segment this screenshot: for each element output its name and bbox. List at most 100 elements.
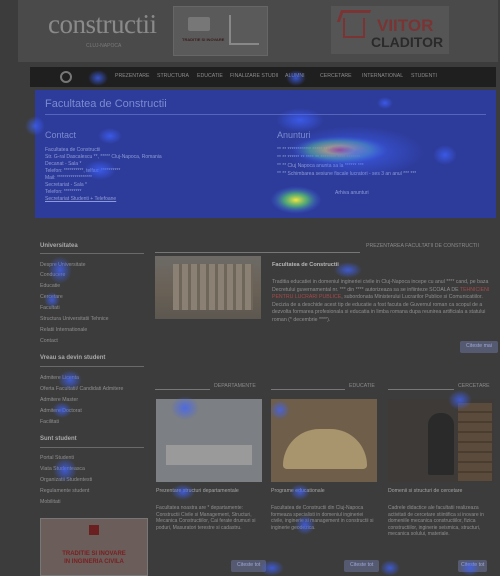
departamente-section-label: DEPARTAMENTE xyxy=(214,383,256,389)
research-photo[interactable] xyxy=(388,399,494,482)
partner-banner[interactable]: TRADITIE SI INOVARE xyxy=(173,6,268,56)
sidebar-item[interactable]: Viata Studenteasca xyxy=(40,466,85,472)
contact-heading: Contact xyxy=(45,130,77,140)
contact-line: Decanat - Sala * xyxy=(45,161,82,167)
nav-item-alumni[interactable]: ALUMNI xyxy=(285,73,305,79)
announcement-link[interactable]: ** ** Schimbarea sesiune fiscale lucrato… xyxy=(277,171,416,177)
heatmap-spot xyxy=(380,560,400,576)
scroll-emblem-icon xyxy=(188,17,210,31)
section-divider xyxy=(388,389,454,390)
nav-item-cercetare[interactable]: CERCETARE xyxy=(320,73,352,79)
viitor-claditor-logo[interactable]: VIITOR CLADITOR xyxy=(331,6,449,54)
sidebar-item[interactable]: Cercetare xyxy=(40,294,63,300)
nav-item-studenti[interactable]: STUDENTI xyxy=(411,73,437,79)
card-read-more-button[interactable]: Citeste tot xyxy=(458,560,488,572)
presentation-text-part: Traditia educatiei in domeniul inginerie… xyxy=(272,279,489,293)
sidebar-item[interactable]: Despre Universitate xyxy=(40,262,86,268)
presentation-section-label: PREZENTAREA FACULTATII DE CONSTRUCTII xyxy=(366,243,479,249)
sidebar-item[interactable]: Admitere Licenta xyxy=(40,375,79,381)
stairs-illustration-icon xyxy=(229,15,259,45)
sidebar-heading-vreau-student: Vreau sa devin student xyxy=(40,355,106,361)
nav-item-prezentare[interactable]: PREZENTARE xyxy=(115,73,150,79)
sidebar-item[interactable]: Admitere Doctorat xyxy=(40,408,82,414)
nav-item-structura[interactable]: STRUCTURA xyxy=(157,73,189,79)
card-text: Cadrele didactice ale facultatii realize… xyxy=(388,505,484,538)
section-divider xyxy=(155,252,360,253)
faculty-logo[interactable]: constructii CLUJ-NAPOCA xyxy=(40,3,157,53)
sidebar-item[interactable]: Structura Universitatii Tehnice xyxy=(40,316,109,322)
nav-item-educatie[interactable]: EDUCATIE xyxy=(197,73,223,79)
sidebar-item[interactable]: Facilitati xyxy=(40,419,59,425)
home-icon[interactable] xyxy=(60,71,72,83)
desk-shape xyxy=(166,445,252,465)
house-icon xyxy=(343,18,365,38)
contact-email-link[interactable]: Mail: ****************** xyxy=(45,175,92,181)
sidebar-item[interactable]: Mobilitati xyxy=(40,499,60,505)
sidebar-item[interactable]: Conducere xyxy=(40,272,65,278)
sidebar-divider xyxy=(40,253,144,254)
promo-banner[interactable]: TRADITIE SI INOVARE IN INGINERIA CIVILA xyxy=(40,518,148,576)
presentation-title: Facultatea de Constructii xyxy=(272,262,339,268)
announcement-link[interactable]: ** ** ****** ** **** ** ******** **** **… xyxy=(277,155,360,161)
site-header: constructii CLUJ-NAPOCA TRADITIE SI INOV… xyxy=(18,0,498,62)
promo-line-2: IN INGINERIA CIVILA xyxy=(64,559,124,565)
open-book-shape xyxy=(283,429,367,469)
band-divider xyxy=(45,114,486,115)
educatie-section-label: EDUCATIE xyxy=(349,383,375,389)
faculty-building-photo[interactable] xyxy=(155,256,261,319)
building-facade xyxy=(173,264,253,310)
heatmap-spot xyxy=(48,256,72,284)
nav-item-finalizare-studii[interactable]: FINALIZARE STUDII xyxy=(230,73,278,79)
university-emblem-icon xyxy=(89,525,99,535)
sidebar-heading-sunt-student: Sunt student xyxy=(40,436,77,442)
contact-line: Str. G-ral Dascalescu **, ***** Cluj-Nap… xyxy=(45,154,162,160)
contact-line: Secretariat - Sala * xyxy=(45,182,87,188)
read-more-button[interactable]: Citeste mai xyxy=(460,341,498,353)
sidebar-item[interactable]: Relatii Internationale xyxy=(40,327,87,333)
sidebar-item[interactable]: Admitere Master xyxy=(40,397,78,403)
main-navigation: PREZENTARE STRUCTURA EDUCATIE FINALIZARE… xyxy=(30,67,496,87)
card-title[interactable]: Domenii si structuri de cercetare xyxy=(388,488,462,494)
announcements-heading: Anunturi xyxy=(277,130,311,140)
nav-item-international[interactable]: INTERNATIONAL xyxy=(362,73,403,79)
sidebar-item[interactable]: Oferta Facultatii/ Candidati Admitere xyxy=(40,386,123,392)
sidebar-divider xyxy=(40,447,144,448)
viitor-text: VIITOR xyxy=(377,16,434,35)
education-photo[interactable] xyxy=(271,399,377,482)
promo-line-1: TRADITIE SI INOVARE xyxy=(62,551,126,557)
sidebar-divider xyxy=(40,366,144,367)
sidebar-item[interactable]: Educatie xyxy=(40,283,60,289)
partner-banner-caption: TRADITIE SI INOVARE xyxy=(182,37,225,42)
sidebar-item[interactable]: Contact xyxy=(40,338,58,344)
contact-line: Facultatea de Constructii xyxy=(45,147,101,153)
secretariat-link[interactable]: Secretariat Studenti + Telefoane xyxy=(45,196,116,202)
section-divider xyxy=(271,389,345,390)
sidebar-item[interactable]: Facultati xyxy=(40,305,60,311)
page-title: Facultatea de Constructii xyxy=(45,98,167,110)
bookshelf-shape xyxy=(458,403,492,481)
section-divider xyxy=(155,389,210,390)
claditor-text: CLADITOR xyxy=(371,34,444,50)
presentation-text: Traditia educatiei in domeniul inginerie… xyxy=(272,279,494,325)
card-text: Facultatea de Constructii din Cluj-Napoc… xyxy=(271,505,374,531)
card-title[interactable]: Programe educationale xyxy=(271,488,325,494)
card-text: Facultatea noastra are * departamente: C… xyxy=(156,505,256,531)
contact-line: Telefon: **********, telfax: ********** xyxy=(45,168,121,174)
announcement-link[interactable]: ** ** ************ ***** ** ** ****** xyxy=(277,147,346,153)
logo-tagline: CLUJ-NAPOCA xyxy=(86,43,122,49)
departments-photo[interactable] xyxy=(156,399,262,482)
sidebar-item[interactable]: Portal Studenti xyxy=(40,455,74,461)
card-read-more-button[interactable]: Citeste tot xyxy=(344,560,380,572)
sidebar-item[interactable]: Regulamente student xyxy=(40,488,89,494)
info-band: Facultatea de Constructii Contact Facult… xyxy=(35,90,496,218)
sidebar-heading-universitatea: Universitatea xyxy=(40,243,78,249)
sidebar-item[interactable]: Organizatii Studentesti xyxy=(40,477,92,483)
announcements-archive-link[interactable]: Arhiva anunturi xyxy=(335,190,369,196)
contact-line: Telefon: ********* xyxy=(45,189,82,195)
cercetare-section-label: CERCETARE xyxy=(458,383,490,389)
card-title[interactable]: Prezentare structuri departamentale xyxy=(156,488,239,494)
card-read-more-button[interactable]: Citeste tot xyxy=(231,560,267,572)
logo-wordmark: constructii xyxy=(48,9,157,39)
announcement-link[interactable]: ** ** Cluj Napoca anunta sa la ****** **… xyxy=(277,163,364,169)
researcher-shape xyxy=(428,413,454,475)
